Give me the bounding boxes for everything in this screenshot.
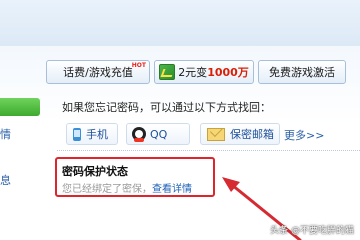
watermark: 头条 @不要吃胖的猫 — [270, 226, 354, 236]
annotation-arrow — [222, 177, 302, 240]
